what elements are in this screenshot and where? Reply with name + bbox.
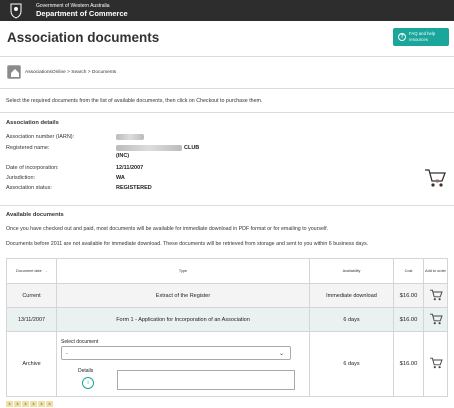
table-row: Current Extract of the Register Immediat… bbox=[6, 283, 448, 308]
footer-strip: A A A A A A bbox=[6, 401, 53, 407]
date-of-incorporation-label: Date of incorporation: bbox=[6, 165, 59, 171]
row-type: Extract of the Register bbox=[56, 283, 310, 308]
department-name: Department of Commerce bbox=[36, 9, 128, 18]
row-date: 13/11/2007 bbox=[6, 307, 57, 332]
row-date: Archive bbox=[6, 331, 57, 397]
footer-strip-item: A bbox=[14, 401, 21, 407]
registered-name-line2: (INC) bbox=[116, 153, 130, 159]
association-details-heading: Association details bbox=[6, 120, 59, 126]
association-status-label: Association status: bbox=[6, 185, 52, 191]
cart-icon bbox=[429, 313, 443, 324]
jurisdiction-value: WA bbox=[116, 175, 125, 181]
divider bbox=[0, 56, 454, 57]
page-title: Association documents bbox=[7, 30, 160, 45]
row-type: Form 1 - Application for Incorporation o… bbox=[56, 307, 310, 332]
row-date: Current bbox=[6, 283, 57, 308]
shopping-cart-icon[interactable] bbox=[424, 168, 446, 188]
column-header-add: Add to order bbox=[423, 258, 448, 284]
footer-strip-item: A bbox=[46, 401, 53, 407]
cart-icon bbox=[429, 289, 443, 300]
storage-note: Documents before 2011 are not available … bbox=[6, 241, 369, 247]
cart-count: 0 bbox=[436, 179, 439, 185]
gov-crest-icon bbox=[10, 3, 22, 19]
association-status-value: REGISTERED bbox=[116, 185, 152, 191]
registered-name-suffix: CLUB bbox=[184, 145, 200, 151]
footer-strip-item: A bbox=[30, 401, 37, 407]
row-availability: 6 days bbox=[309, 307, 394, 332]
column-header-date[interactable]: Document date - bbox=[6, 258, 57, 284]
add-to-order-button[interactable] bbox=[423, 331, 448, 397]
footer-strip-item: A bbox=[38, 401, 45, 407]
date-header-label: Document date bbox=[15, 269, 42, 273]
row-cost: $16.00 bbox=[393, 283, 424, 308]
info-icon[interactable]: i bbox=[82, 377, 94, 389]
registered-name-label: Registered name: bbox=[6, 145, 50, 151]
table-header: Document date - Type Availability Cost A… bbox=[6, 258, 448, 284]
available-documents-heading: Available documents bbox=[6, 212, 64, 218]
availability-note: Once you have checked out and paid, most… bbox=[6, 226, 329, 232]
date-of-incorporation-value: 12/11/2007 bbox=[116, 165, 144, 171]
details-input[interactable] bbox=[117, 370, 295, 390]
column-header-type: Type bbox=[56, 258, 310, 284]
details-label: Details bbox=[78, 368, 94, 374]
redacted-name bbox=[116, 145, 182, 151]
row-availability: Immediate download bbox=[309, 283, 394, 308]
divider bbox=[0, 205, 454, 206]
table-row: 13/11/2007 Form 1 - Application for Inco… bbox=[6, 307, 448, 332]
row-cost: $16.00 bbox=[393, 331, 424, 397]
redacted-number bbox=[116, 134, 144, 140]
footer-strip-item: A bbox=[6, 401, 13, 407]
footer-strip-item: A bbox=[22, 401, 29, 407]
column-header-cost: Cost bbox=[393, 258, 424, 284]
intro-text: Select the required documents from the l… bbox=[6, 98, 263, 104]
jurisdiction-label: Jurisdiction: bbox=[6, 175, 36, 181]
help-button-label: FAQ and help resources bbox=[409, 31, 436, 42]
add-to-order-button[interactable] bbox=[423, 307, 448, 332]
row-availability: 6 days bbox=[309, 331, 394, 397]
chevron-down-icon: ⌄ bbox=[278, 351, 284, 357]
add-to-order-button[interactable] bbox=[423, 283, 448, 308]
association-number-label: Association number (IARN): bbox=[6, 134, 75, 140]
cart-icon bbox=[429, 357, 443, 369]
home-icon[interactable] bbox=[7, 65, 21, 79]
column-header-availability: Availability bbox=[309, 258, 394, 284]
select-document-value: - bbox=[66, 351, 68, 357]
divider bbox=[0, 88, 454, 89]
question-icon: ? bbox=[398, 33, 406, 41]
breadcrumb[interactable]: AssociationsOnline > Search > Documents bbox=[25, 70, 116, 75]
select-document-label: Select document bbox=[61, 339, 99, 345]
help-button[interactable]: ? FAQ and help resources bbox=[393, 28, 449, 46]
select-document-dropdown[interactable]: - ⌄ bbox=[61, 346, 291, 360]
top-bar: Government of Western Australia Departme… bbox=[0, 0, 454, 21]
sort-toggle[interactable]: - bbox=[46, 269, 47, 273]
row-cost: $16.00 bbox=[393, 307, 424, 332]
divider bbox=[0, 112, 454, 113]
